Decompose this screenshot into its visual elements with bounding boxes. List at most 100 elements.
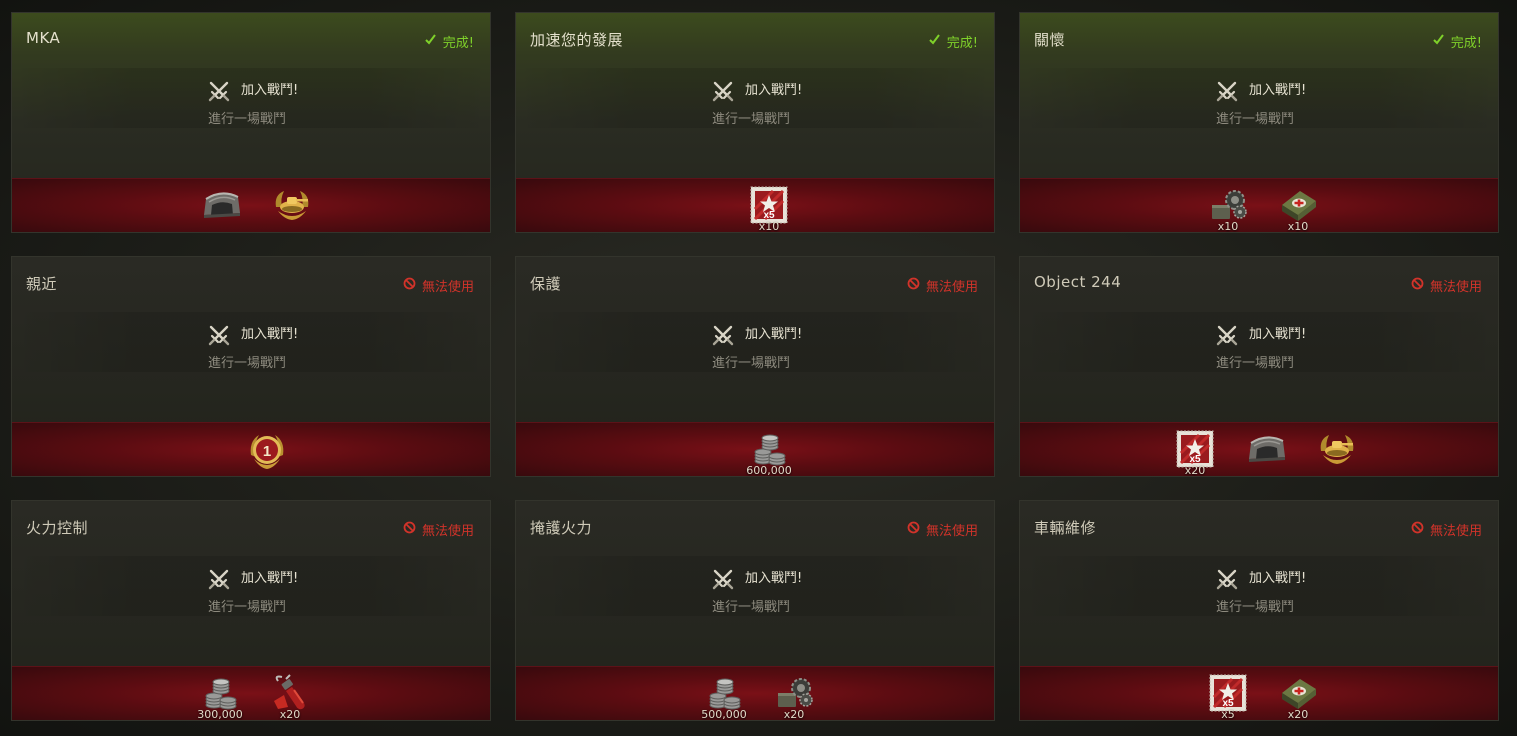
crossed-swords-icon	[1216, 324, 1238, 346]
mission-title: 親近	[26, 275, 58, 293]
reward-item[interactable]: x10	[1274, 182, 1322, 233]
task-title: 加入戰鬥!	[1249, 571, 1307, 586]
mission-card[interactable]: 掩護火力 無法使用 加入戰鬥! 進行一場戰鬥 500,000 x20	[515, 500, 995, 721]
status-unavailable: 無法使用	[907, 520, 978, 539]
reward-count: x20	[783, 708, 805, 721]
reward-bar: 1	[12, 422, 490, 476]
reward-count: x20	[1184, 464, 1206, 477]
reward-count: 600,000	[746, 464, 792, 477]
reward-bar	[12, 178, 490, 232]
task-description: 進行一場戰鬥	[1216, 356, 1295, 371]
mission-title: 車輛維修	[1034, 519, 1097, 537]
reward-item[interactable]	[266, 182, 314, 230]
ban-icon	[403, 521, 416, 538]
ban-icon	[403, 277, 416, 294]
reward-item[interactable]	[1311, 426, 1359, 474]
mission-card[interactable]: 加速您的發展 完成! 加入戰鬥! 進行一場戰鬥 x5 x10	[515, 12, 995, 233]
reward-item[interactable]: x20	[770, 670, 818, 721]
task-description: 進行一場戰鬥	[1216, 600, 1295, 615]
check-icon	[424, 33, 437, 50]
mission-card[interactable]: 親近 無法使用 加入戰鬥! 進行一場戰鬥 1	[11, 256, 491, 477]
task-description: 進行一場戰鬥	[208, 600, 287, 615]
crossed-swords-icon	[712, 80, 734, 102]
task-description: 進行一場戰鬥	[208, 112, 287, 127]
mission-grid: MKA 完成! 加入戰鬥! 進行一場戰鬥 加速您的發展 完成! 加入戰鬥! 進行一場戰鬥…	[0, 0, 1517, 736]
status-unavailable: 無法使用	[403, 276, 474, 295]
check-icon	[928, 33, 941, 50]
mission-task: 加入戰鬥! 進行一場戰鬥	[1020, 556, 1498, 616]
status-complete: 完成!	[424, 32, 474, 51]
mission-card[interactable]: Object 244 無法使用 加入戰鬥! 進行一場戰鬥 x5 x20	[1019, 256, 1499, 477]
reward-item[interactable]: 500,000	[700, 670, 748, 720]
reward-count: x10	[758, 220, 780, 233]
reward-bar: x5 x20	[1020, 422, 1498, 476]
reward-bar: x5 x10	[516, 178, 994, 232]
reward-item[interactable]: 300,000	[196, 670, 244, 721]
reward-item[interactable]: x20	[1274, 670, 1322, 721]
status-label: 完成!	[946, 36, 978, 51]
reward-item[interactable]: 1	[241, 426, 289, 474]
svg-text:1: 1	[263, 443, 271, 460]
status-complete: 完成!	[928, 32, 978, 51]
reward-count: x5	[1221, 708, 1235, 721]
status-unavailable: 無法使用	[1411, 276, 1482, 295]
task-title: 加入戰鬥!	[745, 83, 803, 98]
task-title: 加入戰鬥!	[241, 571, 299, 586]
mission-card[interactable]: 火力控制 無法使用 加入戰鬥! 進行一場戰鬥 300,000 x20	[11, 500, 491, 721]
status-label: 無法使用	[925, 524, 978, 539]
task-title: 加入戰鬥!	[1249, 327, 1307, 342]
mission-title: Object 244	[1034, 273, 1122, 291]
status-unavailable: 無法使用	[907, 276, 978, 295]
status-label: 無法使用	[1429, 280, 1482, 295]
crossed-swords-icon	[712, 568, 734, 590]
mission-task: 加入戰鬥! 進行一場戰鬥	[12, 312, 490, 372]
mission-card[interactable]: 保護 無法使用 加入戰鬥! 進行一場戰鬥 600,000	[515, 256, 995, 477]
status-label: 無法使用	[1429, 524, 1482, 539]
mission-card[interactable]: 關懷 完成! 加入戰鬥! 進行一場戰鬥 x10 x10	[1019, 12, 1499, 233]
reward-count: x20	[1287, 708, 1309, 721]
reward-bar: 500,000 x20	[516, 666, 994, 720]
crossed-swords-icon	[208, 324, 230, 346]
task-description: 進行一場戰鬥	[1216, 112, 1295, 127]
reward-item[interactable]	[1241, 426, 1289, 474]
mission-card[interactable]: 車輛維修 無法使用 加入戰鬥! 進行一場戰鬥 x5 x5 x20	[1019, 500, 1499, 721]
status-label: 無法使用	[421, 280, 474, 295]
crossed-swords-icon	[208, 80, 230, 102]
reward-item[interactable]: x5 x5	[1204, 670, 1252, 721]
reward-item[interactable]: 600,000	[745, 426, 793, 477]
reward-bar: x10 x10	[1020, 178, 1498, 232]
task-description: 進行一場戰鬥	[712, 356, 791, 371]
reward-count: x10	[1217, 220, 1239, 233]
status-complete: 完成!	[1432, 32, 1482, 51]
ban-icon	[1411, 277, 1424, 294]
reward-item[interactable]	[196, 182, 244, 230]
mission-task: 加入戰鬥! 進行一場戰鬥	[12, 68, 490, 128]
task-title: 加入戰鬥!	[241, 83, 299, 98]
reward-count: x20	[279, 708, 301, 721]
status-unavailable: 無法使用	[1411, 520, 1482, 539]
task-title: 加入戰鬥!	[745, 571, 803, 586]
mission-task: 加入戰鬥! 進行一場戰鬥	[516, 312, 994, 372]
task-title: 加入戰鬥!	[241, 327, 299, 342]
status-label: 完成!	[1450, 36, 1482, 51]
mission-task: 加入戰鬥! 進行一場戰鬥	[1020, 68, 1498, 128]
reward-count: 300,000	[197, 708, 243, 721]
reward-count: x10	[1287, 220, 1309, 233]
crossed-swords-icon	[712, 324, 734, 346]
mission-task: 加入戰鬥! 進行一場戰鬥	[12, 556, 490, 616]
reward-item[interactable]: x20	[266, 670, 314, 721]
mission-card[interactable]: MKA 完成! 加入戰鬥! 進行一場戰鬥	[11, 12, 491, 233]
reward-item[interactable]: x10	[1204, 182, 1252, 233]
reward-item[interactable]: x5 x20	[1171, 426, 1219, 477]
reward-item[interactable]: x5 x10	[745, 182, 793, 233]
status-label: 完成!	[442, 36, 474, 51]
task-description: 進行一場戰鬥	[712, 112, 791, 127]
task-description: 進行一場戰鬥	[712, 600, 791, 615]
mission-title: 加速您的發展	[530, 31, 624, 49]
ban-icon	[907, 521, 920, 538]
task-description: 進行一場戰鬥	[208, 356, 287, 371]
mission-title: 掩護火力	[530, 519, 593, 537]
mission-title: 關懷	[1034, 31, 1066, 49]
crossed-swords-icon	[1216, 80, 1238, 102]
ban-icon	[1411, 521, 1424, 538]
